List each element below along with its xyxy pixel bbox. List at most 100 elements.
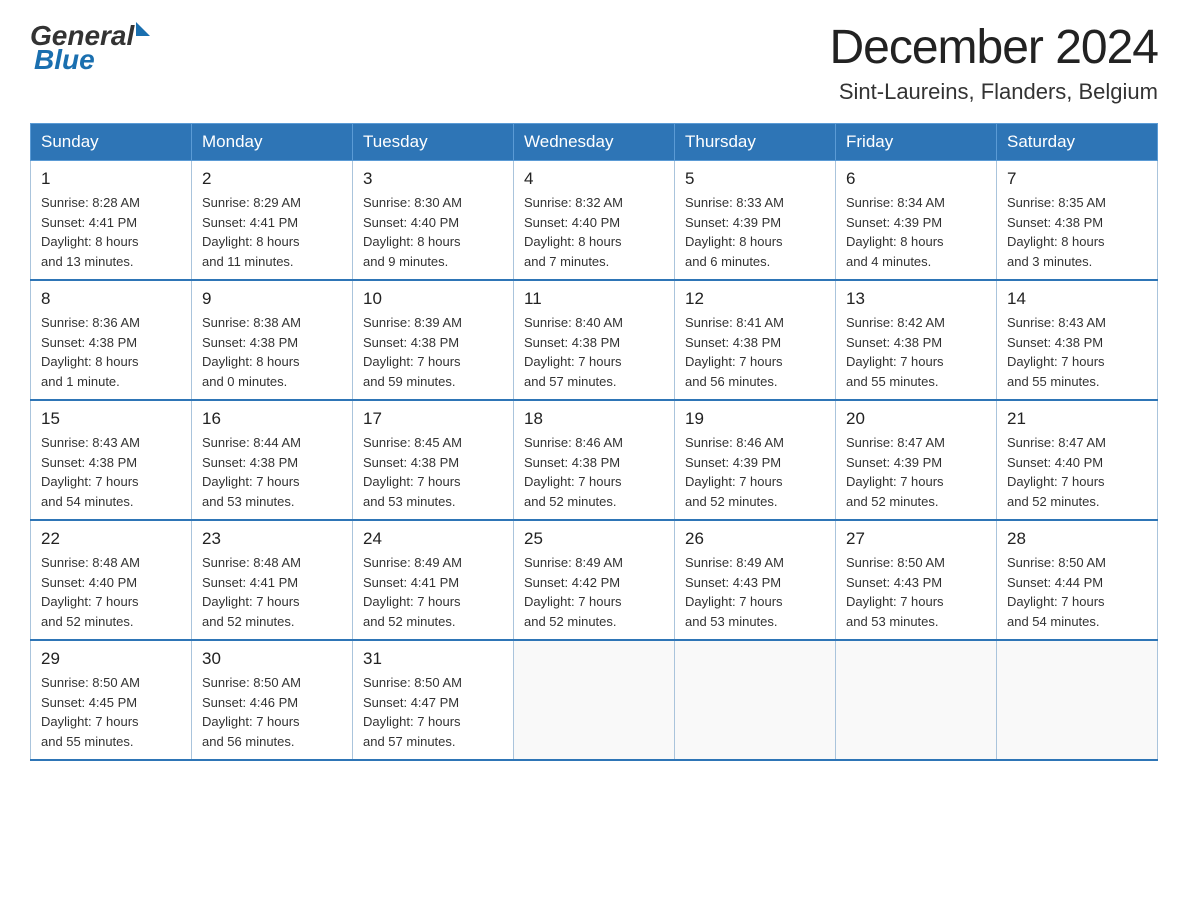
calendar-cell: 10Sunrise: 8:39 AM Sunset: 4:38 PM Dayli… (353, 280, 514, 400)
day-info: Sunrise: 8:39 AM Sunset: 4:38 PM Dayligh… (363, 313, 503, 391)
days-of-week-row: SundayMondayTuesdayWednesdayThursdayFrid… (31, 124, 1158, 161)
day-info: Sunrise: 8:35 AM Sunset: 4:38 PM Dayligh… (1007, 193, 1147, 271)
calendar-cell: 26 Sunrise: 8:49 AM Sunset: 4:43 PM Dayli… (675, 520, 836, 640)
week-row-5: 29 Sunrise: 8:50 AM Sunset: 4:45 PM Dayli… (31, 640, 1158, 760)
day-info: Sunrise: 8:30 AM Sunset: 4:40 PM Dayligh… (363, 193, 503, 271)
day-info: Sunrise: 8:33 AM Sunset: 4:39 PM Dayligh… (685, 193, 825, 271)
day-number: 22 (41, 529, 181, 549)
calendar-cell: 6Sunrise: 8:34 AM Sunset: 4:39 PM Daylig… (836, 161, 997, 281)
day-info: Sunrise: 8:41 AM Sunset: 4:38 PM Dayligh… (685, 313, 825, 391)
day-info: Sunrise: 8:28 AM Sunset: 4:41 PM Dayligh… (41, 193, 181, 271)
day-info: Sunrise: 8:50 AM Sunset: 4:47 PM Dayligh… (363, 673, 503, 751)
day-of-week-friday: Friday (836, 124, 997, 161)
calendar-cell: 8 Sunrise: 8:36 AM Sunset: 4:38 PM Daylig… (31, 280, 192, 400)
calendar-cell: 4 Sunrise: 8:32 AM Sunset: 4:40 PM Daylig… (514, 161, 675, 281)
day-info: Sunrise: 8:46 AM Sunset: 4:39 PM Dayligh… (685, 433, 825, 511)
day-info: Sunrise: 8:36 AM Sunset: 4:38 PM Dayligh… (41, 313, 181, 391)
calendar-cell: 30 Sunrise: 8:50 AM Sunset: 4:46 PM Dayli… (192, 640, 353, 760)
day-info: Sunrise: 8:38 AM Sunset: 4:38 PM Dayligh… (202, 313, 342, 391)
calendar-cell (997, 640, 1158, 760)
calendar-cell (514, 640, 675, 760)
day-info: Sunrise: 8:40 AM Sunset: 4:38 PM Dayligh… (524, 313, 664, 391)
day-of-week-saturday: Saturday (997, 124, 1158, 161)
day-number: 14 (1007, 289, 1147, 309)
day-number: 12 (685, 289, 825, 309)
calendar-cell: 14 Sunrise: 8:43 AM Sunset: 4:38 PM Dayli… (997, 280, 1158, 400)
day-info: Sunrise: 8:32 AM Sunset: 4:40 PM Dayligh… (524, 193, 664, 271)
day-info: Sunrise: 8:48 AM Sunset: 4:40 PM Dayligh… (41, 553, 181, 631)
day-number: 24 (363, 529, 503, 549)
day-number: 11 (524, 289, 664, 309)
day-number: 28 (1007, 529, 1147, 549)
day-number: 7 (1007, 169, 1147, 189)
day-number: 5 (685, 169, 825, 189)
calendar-cell: 7 Sunrise: 8:35 AM Sunset: 4:38 PM Daylig… (997, 161, 1158, 281)
day-info: Sunrise: 8:42 AM Sunset: 4:38 PM Dayligh… (846, 313, 986, 391)
day-info: Sunrise: 8:50 AM Sunset: 4:45 PM Dayligh… (41, 673, 181, 751)
week-row-2: 8 Sunrise: 8:36 AM Sunset: 4:38 PM Daylig… (31, 280, 1158, 400)
calendar-cell: 29 Sunrise: 8:50 AM Sunset: 4:45 PM Dayli… (31, 640, 192, 760)
day-info: Sunrise: 8:49 AM Sunset: 4:41 PM Dayligh… (363, 553, 503, 631)
day-info: Sunrise: 8:45 AM Sunset: 4:38 PM Dayligh… (363, 433, 503, 511)
calendar-cell: 19Sunrise: 8:46 AM Sunset: 4:39 PM Dayli… (675, 400, 836, 520)
day-of-week-monday: Monday (192, 124, 353, 161)
calendar-table: SundayMondayTuesdayWednesdayThursdayFrid… (30, 123, 1158, 761)
day-of-week-sunday: Sunday (31, 124, 192, 161)
day-info: Sunrise: 8:50 AM Sunset: 4:43 PM Dayligh… (846, 553, 986, 631)
day-of-week-thursday: Thursday (675, 124, 836, 161)
calendar-month-year: December 2024 (829, 20, 1158, 75)
day-number: 17 (363, 409, 503, 429)
calendar-cell: 24 Sunrise: 8:49 AM Sunset: 4:41 PM Dayli… (353, 520, 514, 640)
calendar-cell: 27 Sunrise: 8:50 AM Sunset: 4:43 PM Dayli… (836, 520, 997, 640)
day-number: 13 (846, 289, 986, 309)
day-info: Sunrise: 8:46 AM Sunset: 4:38 PM Dayligh… (524, 433, 664, 511)
day-number: 31 (363, 649, 503, 669)
page-header: General Blue December 2024 Sint-Laureins… (30, 20, 1158, 105)
day-number: 25 (524, 529, 664, 549)
calendar-cell: 23 Sunrise: 8:48 AM Sunset: 4:41 PM Dayli… (192, 520, 353, 640)
logo-blue-text: Blue (34, 44, 95, 76)
day-number: 23 (202, 529, 342, 549)
day-info: Sunrise: 8:47 AM Sunset: 4:40 PM Dayligh… (1007, 433, 1147, 511)
calendar-cell: 28 Sunrise: 8:50 AM Sunset: 4:44 PM Dayli… (997, 520, 1158, 640)
calendar-cell: 15 Sunrise: 8:43 AM Sunset: 4:38 PM Dayli… (31, 400, 192, 520)
day-of-week-wednesday: Wednesday (514, 124, 675, 161)
day-of-week-tuesday: Tuesday (353, 124, 514, 161)
day-number: 21 (1007, 409, 1147, 429)
day-info: Sunrise: 8:29 AM Sunset: 4:41 PM Dayligh… (202, 193, 342, 271)
logo-triangle-icon (136, 22, 150, 36)
calendar-cell: 2 Sunrise: 8:29 AM Sunset: 4:41 PM Daylig… (192, 161, 353, 281)
day-info: Sunrise: 8:49 AM Sunset: 4:43 PM Dayligh… (685, 553, 825, 631)
day-number: 1 (41, 169, 181, 189)
day-number: 30 (202, 649, 342, 669)
calendar-cell: 3Sunrise: 8:30 AM Sunset: 4:40 PM Daylig… (353, 161, 514, 281)
day-number: 2 (202, 169, 342, 189)
day-number: 27 (846, 529, 986, 549)
calendar-header: SundayMondayTuesdayWednesdayThursdayFrid… (31, 124, 1158, 161)
day-number: 29 (41, 649, 181, 669)
calendar-cell: 17 Sunrise: 8:45 AM Sunset: 4:38 PM Dayli… (353, 400, 514, 520)
calendar-cell: 9Sunrise: 8:38 AM Sunset: 4:38 PM Daylig… (192, 280, 353, 400)
calendar-cell: 31 Sunrise: 8:50 AM Sunset: 4:47 PM Dayli… (353, 640, 514, 760)
day-info: Sunrise: 8:43 AM Sunset: 4:38 PM Dayligh… (41, 433, 181, 511)
calendar-title-area: December 2024 Sint-Laureins, Flanders, B… (829, 20, 1158, 105)
day-info: Sunrise: 8:48 AM Sunset: 4:41 PM Dayligh… (202, 553, 342, 631)
day-info: Sunrise: 8:49 AM Sunset: 4:42 PM Dayligh… (524, 553, 664, 631)
logo: General Blue (30, 20, 150, 76)
day-number: 20 (846, 409, 986, 429)
week-row-3: 15 Sunrise: 8:43 AM Sunset: 4:38 PM Dayli… (31, 400, 1158, 520)
day-number: 8 (41, 289, 181, 309)
calendar-location: Sint-Laureins, Flanders, Belgium (829, 79, 1158, 105)
day-number: 18 (524, 409, 664, 429)
day-info: Sunrise: 8:47 AM Sunset: 4:39 PM Dayligh… (846, 433, 986, 511)
day-number: 4 (524, 169, 664, 189)
day-info: Sunrise: 8:50 AM Sunset: 4:46 PM Dayligh… (202, 673, 342, 751)
day-info: Sunrise: 8:43 AM Sunset: 4:38 PM Dayligh… (1007, 313, 1147, 391)
day-info: Sunrise: 8:34 AM Sunset: 4:39 PM Dayligh… (846, 193, 986, 271)
day-info: Sunrise: 8:50 AM Sunset: 4:44 PM Dayligh… (1007, 553, 1147, 631)
calendar-cell (836, 640, 997, 760)
day-number: 26 (685, 529, 825, 549)
day-number: 15 (41, 409, 181, 429)
calendar-cell: 1 Sunrise: 8:28 AM Sunset: 4:41 PM Daylig… (31, 161, 192, 281)
calendar-cell: 12 Sunrise: 8:41 AM Sunset: 4:38 PM Dayli… (675, 280, 836, 400)
